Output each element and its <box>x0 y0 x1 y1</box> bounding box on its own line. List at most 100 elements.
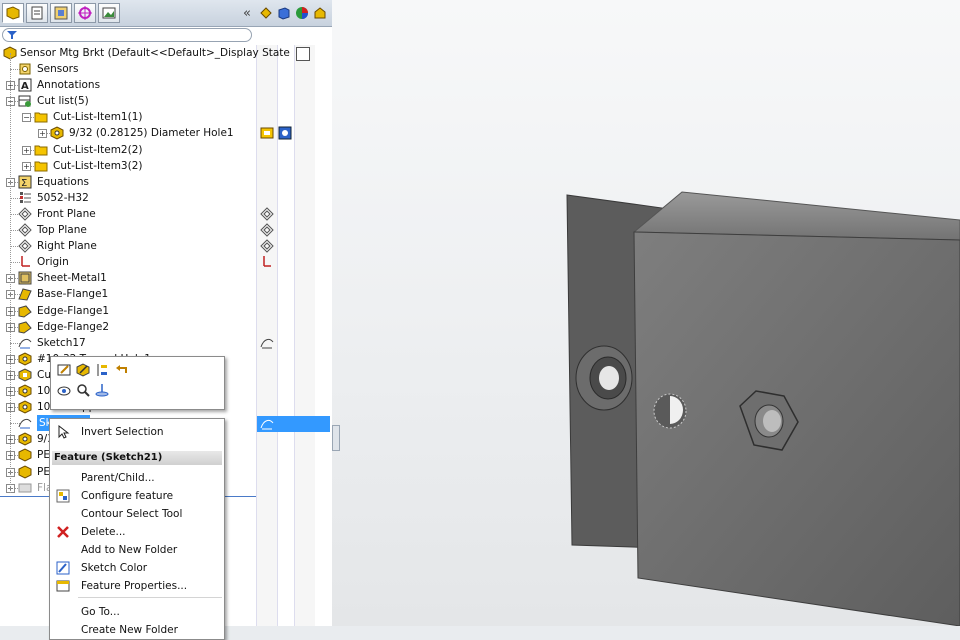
tree-item-label: Sheet-Metal1 <box>37 272 107 285</box>
panel-tab-bar: « <box>0 0 332 27</box>
menu-item[interactable]: Delete... <box>50 523 224 541</box>
sketch-visibility-icon[interactable] <box>260 417 274 431</box>
edit-feature-icon[interactable] <box>76 363 92 379</box>
edit-sketch-icon[interactable] <box>57 363 73 379</box>
menu-item-label: Contour Select Tool <box>81 508 183 520</box>
feature-manager-icon <box>6 6 20 20</box>
hole-wizard-state-icon[interactable] <box>278 126 292 140</box>
tree-item-label: Top Plane <box>37 224 87 236</box>
collapse-node-icon[interactable]: − <box>22 113 31 123</box>
menu-item[interactable]: Feature Properties... <box>50 577 224 595</box>
feature-column-tertiary <box>294 45 315 626</box>
tree-item-label: Origin <box>37 256 69 269</box>
tree-filter-input[interactable] <box>2 28 252 42</box>
sheet-metal-icon <box>18 271 32 285</box>
tree-item-label: Base-Flange1 <box>37 288 109 301</box>
tree-item-label: Annotations <box>37 79 101 92</box>
expand-node-icon[interactable]: + <box>22 145 31 155</box>
equations-icon: Σ <box>18 175 32 189</box>
origin-icon <box>21 256 30 267</box>
menu-item[interactable]: Sketch Color <box>50 559 224 577</box>
menu-section-header: Feature (Sketch21) <box>52 451 222 465</box>
menu-item-label: Create New Folder <box>81 624 178 636</box>
menu-item-invert-selection[interactable]: Invert Selection <box>50 423 224 441</box>
front-face <box>633 231 960 626</box>
feature-icon <box>18 448 32 462</box>
property-manager-icon <box>31 6 43 20</box>
menu-item-label: Feature Properties... <box>81 580 188 592</box>
origin-visibility-icon[interactable] <box>260 255 274 269</box>
expand-node-icon[interactable]: + <box>38 129 47 139</box>
plane-icon <box>18 223 32 237</box>
view-options-icon[interactable] <box>259 6 273 20</box>
tree-item-label: Right Plane <box>37 240 97 253</box>
graphics-area[interactable] <box>332 0 960 626</box>
svg-text:Σ: Σ <box>21 178 27 189</box>
dimxpert-icon <box>78 6 92 20</box>
menu-item[interactable]: Add to New Folder <box>50 541 224 559</box>
edge-flange-icon <box>18 321 32 334</box>
menu-item[interactable]: Parent/Child... <box>50 469 224 487</box>
root-checkbox[interactable] <box>296 47 310 61</box>
plane-icon <box>18 207 32 221</box>
tree-item-label: Sketch17 <box>37 336 86 349</box>
plane-icon <box>18 239 32 253</box>
cut-list-icon <box>18 95 31 108</box>
scene-icon[interactable] <box>313 6 327 20</box>
folder-state-icon[interactable] <box>260 126 274 140</box>
display-manager-icon <box>102 7 116 19</box>
base-flange-icon <box>18 288 32 301</box>
plane-visibility-icon[interactable] <box>260 207 274 221</box>
tree-item-label: Equations <box>37 175 89 188</box>
zoom-to-selection-icon[interactable] <box>76 383 92 399</box>
configure-feature-icon <box>56 489 70 503</box>
normal-to-icon[interactable] <box>95 383 111 399</box>
menu-item[interactable]: Contour Select Tool <box>50 505 224 523</box>
tab-property-manager[interactable] <box>26 3 48 23</box>
tree-item-label: Cut-List-Item3(2) <box>53 159 143 172</box>
hole-feature-icon <box>18 432 32 446</box>
flat-pattern-icon <box>18 483 32 493</box>
nut-bore-inner <box>763 410 781 432</box>
annotations-icon: A <box>18 78 32 92</box>
invert-selection-icon <box>58 425 70 439</box>
undo-arrow-icon[interactable] <box>114 363 130 379</box>
tab-configuration-manager[interactable] <box>50 3 72 23</box>
appearance-icon[interactable] <box>295 6 309 20</box>
folder-icon <box>34 112 48 123</box>
hole-through <box>599 366 619 390</box>
tree-item-label: 9/32 (0.28125) Diameter Hole1 <box>69 127 234 140</box>
svg-text:A: A <box>21 81 29 92</box>
menu-separator <box>78 597 222 598</box>
collapse-panel-button[interactable]: « <box>243 6 251 21</box>
folder-icon <box>34 145 48 155</box>
context-toolbar <box>50 356 225 410</box>
plane-visibility-icon[interactable] <box>260 223 274 237</box>
plane-visibility-icon[interactable] <box>260 239 274 253</box>
display-style-icon[interactable] <box>277 6 291 20</box>
hole-feature-icon <box>18 352 32 366</box>
tree-item-label: 5052-H32 <box>37 191 89 204</box>
hide-show-icon[interactable] <box>57 383 73 399</box>
menu-item[interactable]: Create New Folder <box>50 621 224 639</box>
sketch-visibility-icon[interactable] <box>260 336 274 350</box>
tab-feature-manager[interactable] <box>2 3 24 23</box>
feature-properties-icon <box>56 580 70 592</box>
menu-item-label: Add to New Folder <box>81 544 178 556</box>
menu-item-label: Parent/Child... <box>81 472 155 484</box>
expand-node-icon[interactable]: + <box>22 161 31 171</box>
rollback-icon[interactable] <box>95 363 111 379</box>
menu-item-label: Go To... <box>81 606 120 618</box>
folder-icon <box>34 161 48 172</box>
tab-dimxpert-manager[interactable] <box>74 3 96 23</box>
tree-item-label: Front Plane <box>37 207 96 220</box>
tree-item-label: Cut list(5) <box>37 95 89 108</box>
feature-icon <box>18 464 32 479</box>
menu-item[interactable]: Go To... <box>50 603 224 621</box>
sketch-icon <box>18 419 32 429</box>
context-menu: Invert Selection Feature (Sketch21) Pare… <box>49 418 225 640</box>
tab-display-manager[interactable] <box>98 3 120 23</box>
configuration-manager-icon <box>54 6 68 20</box>
part-model[interactable] <box>332 0 960 626</box>
menu-item[interactable]: Configure feature <box>50 487 224 505</box>
